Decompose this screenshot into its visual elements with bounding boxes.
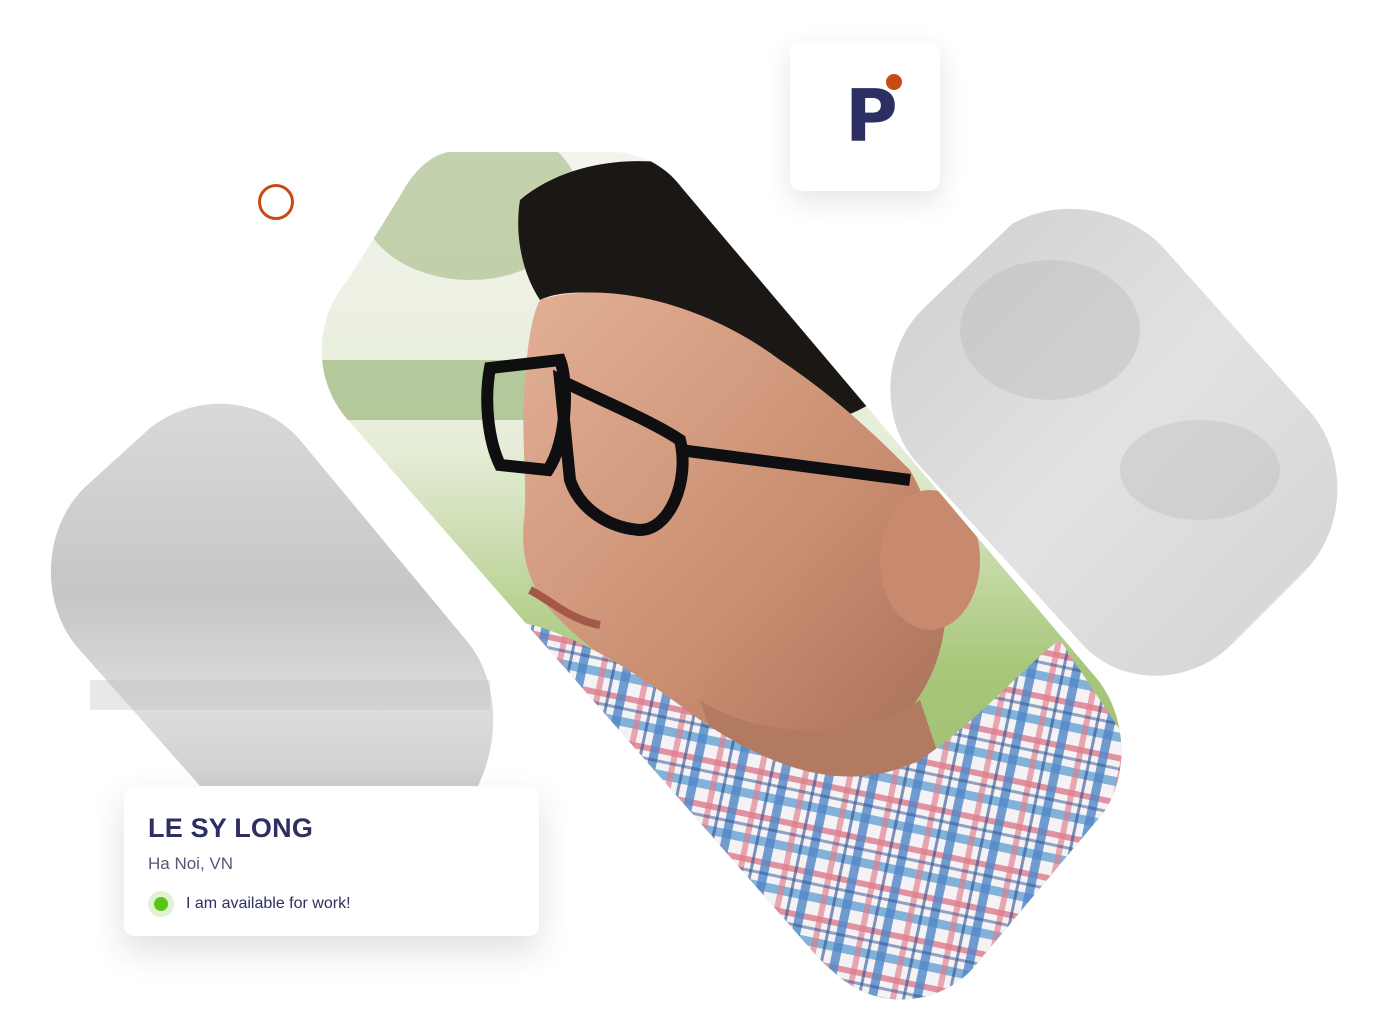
hero-scene: P LE SY LONG Ha Noi, VN I am available f…	[0, 0, 1384, 1017]
profile-card: LE SY LONG Ha Noi, VN I am available for…	[124, 787, 539, 936]
availability-status: I am available for work!	[148, 891, 351, 917]
profile-name: LE SY LONG	[148, 813, 314, 843]
availability-text: I am available for work!	[186, 895, 351, 912]
profile-location: Ha Noi, VN	[148, 854, 234, 873]
online-dot-icon	[148, 891, 174, 917]
ring-outline-icon	[258, 184, 294, 220]
logo-dot-icon	[886, 74, 902, 90]
